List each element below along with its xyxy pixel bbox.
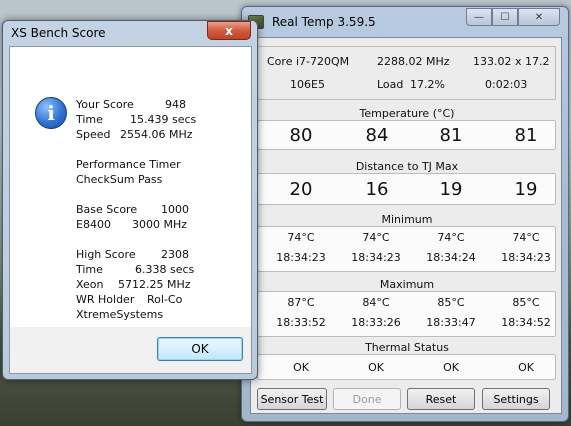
close-icon[interactable]: x bbox=[207, 21, 251, 40]
your-score-value: 948 bbox=[165, 98, 186, 111]
core0-temp: 80 bbox=[289, 125, 313, 146]
your-score-label: Your Score bbox=[76, 98, 134, 111]
cpu-id: 106E5 bbox=[290, 78, 325, 91]
time-value: 15.439 secs bbox=[130, 113, 197, 126]
core3-min-temp: 74°C bbox=[512, 231, 540, 244]
minimum-box: 74°C 74°C 74°C 74°C 18:34:23 18:34:23 18… bbox=[257, 226, 556, 272]
core2-max-temp: 85°C bbox=[437, 296, 465, 309]
xeon-mhz: 5712.25 MHz bbox=[118, 278, 191, 291]
base-score-label: Base Score bbox=[76, 203, 138, 216]
ok-button[interactable]: OK bbox=[157, 337, 243, 361]
core0-max-temp: 87°C bbox=[287, 296, 315, 309]
sensor-test-button[interactable]: Sensor Test bbox=[257, 388, 327, 410]
core2-thermal: OK bbox=[443, 361, 459, 374]
core1-min-temp: 74°C bbox=[362, 231, 390, 244]
wr-holder-name: Rol-Co bbox=[147, 293, 183, 306]
reset-button[interactable]: Reset bbox=[407, 388, 475, 410]
done-button[interactable]: Done bbox=[333, 388, 401, 410]
xs-bench-dialog: XS Bench Score x i Your Score 948 Time 1… bbox=[2, 20, 258, 380]
core0-thermal: OK bbox=[293, 361, 309, 374]
core1-max-time: 18:33:26 bbox=[351, 316, 401, 329]
core1-max-temp: 84°C bbox=[362, 296, 390, 309]
information-icon: i bbox=[35, 97, 67, 129]
core3-thermal: OK bbox=[518, 361, 534, 374]
base-cpu: E8400 bbox=[76, 218, 111, 231]
core3-temp: 81 bbox=[514, 125, 538, 146]
core3-distance: 19 bbox=[514, 179, 538, 200]
high-score-value: 2308 bbox=[161, 248, 189, 261]
minimize-button[interactable]: — bbox=[466, 8, 492, 26]
time-label: Time bbox=[76, 113, 103, 126]
core0-min-temp: 74°C bbox=[287, 231, 315, 244]
xtreme-systems: XtremeSystems bbox=[76, 308, 164, 321]
speed-label: Speed bbox=[76, 128, 111, 141]
performance-timer: Performance Timer bbox=[76, 158, 181, 171]
core3-max-temp: 85°C bbox=[512, 296, 540, 309]
speed-value: 2554.06 MHz bbox=[120, 128, 193, 141]
realtemp-title: Real Temp 3.59.5 bbox=[272, 15, 376, 29]
core1-temp: 84 bbox=[365, 125, 389, 146]
maximize-button[interactable]: ☐ bbox=[492, 8, 518, 26]
core1-distance: 16 bbox=[365, 179, 389, 200]
base-mhz: 3000 MHz bbox=[132, 218, 188, 231]
cpu-info-box: Core i7-720QM 2288.02 MHz 133.02 x 17.2 … bbox=[257, 46, 556, 100]
high-time-value: 6.338 secs bbox=[135, 263, 195, 276]
realtemp-window: Real Temp 3.59.5 — ☐ ✕ Core i7-720QM 228… bbox=[241, 6, 569, 422]
high-time-label: Time bbox=[76, 263, 103, 276]
high-score-label: High Score bbox=[76, 248, 136, 261]
core2-distance: 19 bbox=[439, 179, 463, 200]
core1-min-time: 18:34:23 bbox=[351, 251, 401, 264]
caption-buttons: — ☐ ✕ bbox=[466, 8, 560, 26]
realtemp-client: Core i7-720QM 2288.02 MHz 133.02 x 17.2 … bbox=[250, 37, 562, 414]
core0-distance: 20 bbox=[289, 179, 313, 200]
core3-max-time: 18:34:52 bbox=[501, 316, 551, 329]
xs-bench-title: XS Bench Score bbox=[11, 26, 106, 40]
cpu-frequency: 2288.02 MHz bbox=[377, 55, 450, 68]
xs-bench-message: i Your Score 948 Time 15.439 secs Speed … bbox=[10, 47, 251, 327]
minimum-label: Minimum bbox=[381, 213, 433, 226]
core3-min-time: 18:34:23 bbox=[501, 251, 551, 264]
load-label: Load bbox=[377, 78, 404, 91]
temperature-label: Temperature (°C) bbox=[359, 107, 455, 120]
load-value: 17.2% bbox=[410, 78, 445, 91]
core2-max-time: 18:33:47 bbox=[426, 316, 476, 329]
xeon-label: Xeon bbox=[76, 278, 104, 291]
distance-label: Distance to TJ Max bbox=[355, 160, 459, 173]
thermal-status-box: OK OK OK OK bbox=[257, 354, 556, 380]
maximum-box: 87°C 84°C 85°C 85°C 18:33:52 18:33:26 18… bbox=[257, 291, 556, 337]
core1-thermal: OK bbox=[368, 361, 384, 374]
cpu-multiplier: 133.02 x 17.2 bbox=[473, 55, 550, 68]
elapsed-time: 0:02:03 bbox=[485, 78, 528, 91]
core0-min-time: 18:34:23 bbox=[276, 251, 326, 264]
core2-temp: 81 bbox=[439, 125, 463, 146]
settings-button[interactable]: Settings bbox=[482, 388, 550, 410]
xs-bench-client: i Your Score 948 Time 15.439 secs Speed … bbox=[9, 46, 252, 374]
cpu-model: Core i7-720QM bbox=[267, 55, 350, 68]
distance-box: 20 16 19 19 bbox=[257, 173, 556, 205]
maximum-label: Maximum bbox=[379, 278, 435, 291]
core2-min-temp: 74°C bbox=[437, 231, 465, 244]
core2-min-time: 18:34:24 bbox=[426, 251, 476, 264]
close-button[interactable]: ✕ bbox=[518, 8, 560, 26]
temperature-box: 80 84 81 81 bbox=[257, 120, 556, 150]
wr-holder-label: WR Holder bbox=[76, 293, 135, 306]
core0-max-time: 18:33:52 bbox=[276, 316, 326, 329]
thermal-status-label: Thermal Status bbox=[365, 341, 449, 354]
checksum-status: CheckSum Pass bbox=[76, 173, 163, 186]
base-score-value: 1000 bbox=[161, 203, 189, 216]
